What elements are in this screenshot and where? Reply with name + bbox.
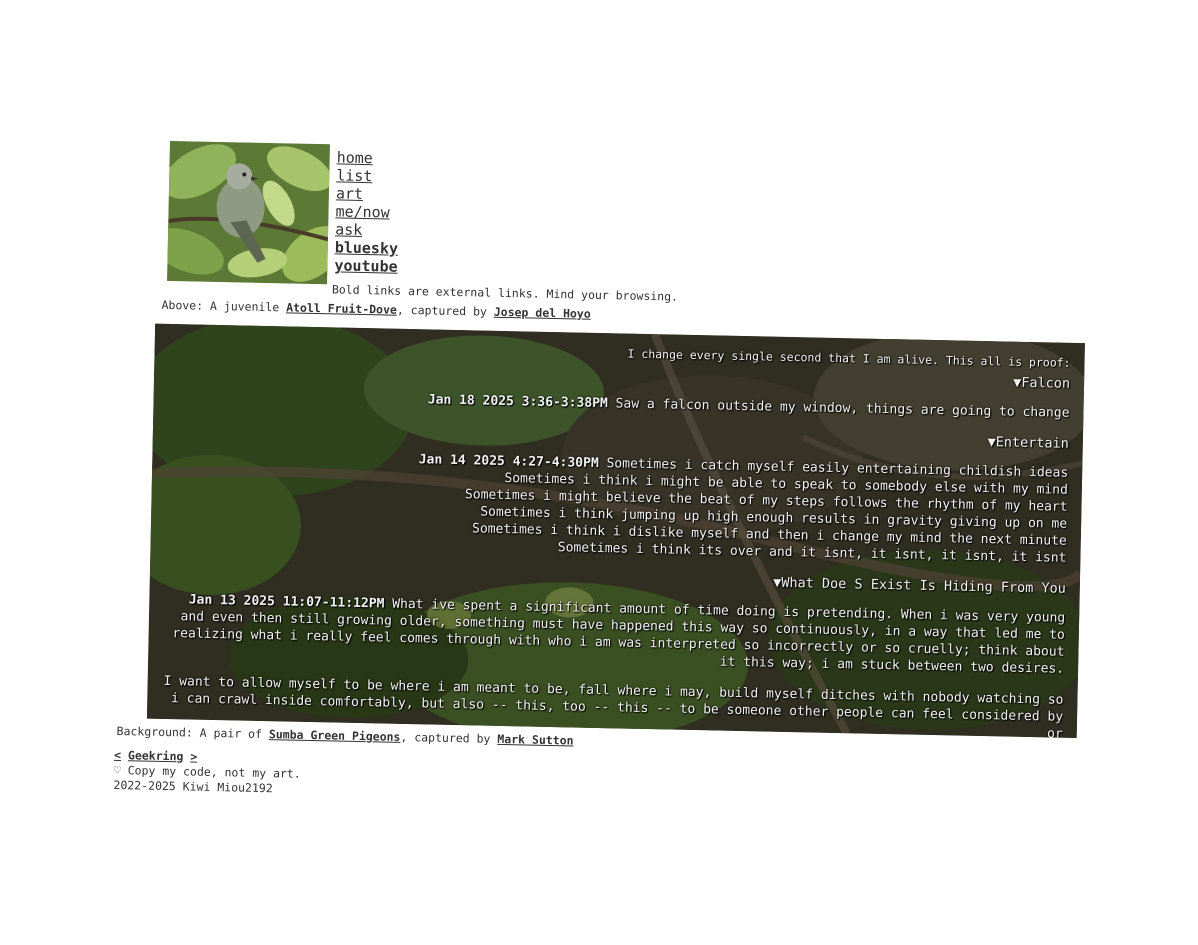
- entry-hiding: Jan 13 2025 11:07-11:12PM What ive spent…: [161, 591, 1066, 738]
- entry-date: Jan 14 2025 4:27-4:30PM: [418, 452, 599, 471]
- entry-falcon: Jan 18 2025 3:36-3:38PM Saw a falcon out…: [168, 386, 1070, 422]
- change-log: I change every single second that I am a…: [147, 324, 1085, 738]
- caption-middle: , captured by: [400, 729, 498, 746]
- header-photo-fruit-dove: [167, 140, 330, 285]
- entry-date: Jan 13 2025 11:07-11:12PM: [188, 592, 385, 612]
- external-links-note: Bold links are external links. Mind your…: [331, 282, 679, 304]
- webring-geekring-link[interactable]: Geekring: [128, 748, 184, 763]
- page: home list art me/now ask bluesky youtube…: [0, 0, 1198, 945]
- section-hiding-toggle[interactable]: ▼What Doe S Exist Is Hiding From You: [164, 562, 1066, 598]
- caption-middle: , captured by: [396, 302, 494, 319]
- species-link-sumba-green-pigeons[interactable]: Sumba Green Pigeons: [269, 727, 401, 744]
- webring-next-link[interactable]: >: [190, 750, 197, 764]
- nav-link-home[interactable]: home: [336, 148, 400, 167]
- entry-entertain: Jan 14 2025 4:27-4:30PM Sometimes i catc…: [164, 446, 1069, 567]
- content-column: home list art me/now ask bluesky youtube…: [111, 140, 1089, 813]
- header: home list art me/now ask bluesky youtube…: [122, 140, 1090, 304]
- caption-prefix: Above: A juvenile: [161, 297, 287, 315]
- photographer-link-mark-sutton[interactable]: Mark Sutton: [497, 732, 573, 748]
- nav-link-bluesky[interactable]: bluesky: [335, 238, 399, 257]
- change-log-panel[interactable]: I change every single second that I am a…: [146, 323, 1085, 739]
- entry-text: Saw a falcon outside my window, things a…: [615, 396, 1070, 421]
- nav-link-youtube[interactable]: youtube: [334, 256, 398, 275]
- webring-prev-link[interactable]: <: [114, 748, 121, 762]
- nav-link-ask[interactable]: ask: [335, 220, 399, 239]
- footer: < Geekring > ♡ Copy my code, not my art.…: [113, 748, 1077, 813]
- caption-prefix: Background: A pair of: [116, 723, 270, 742]
- photographer-link-josep-del-hoyo[interactable]: Josep del Hoyo: [494, 305, 591, 321]
- nav-link-me-now[interactable]: me/now: [335, 202, 399, 221]
- nav-link-art[interactable]: art: [336, 184, 400, 203]
- nav-link-list[interactable]: list: [336, 166, 400, 185]
- main-nav: home list art me/now ask bluesky youtube: [334, 148, 400, 275]
- heart-icon: ♡: [113, 762, 121, 778]
- entry-date: Jan 18 2025 3:36-3:38PM: [427, 392, 608, 412]
- section-entertain-toggle[interactable]: ▼Entertain: [167, 417, 1069, 453]
- species-link-atoll-fruit-dove[interactable]: Atoll Fruit-Dove: [286, 300, 397, 316]
